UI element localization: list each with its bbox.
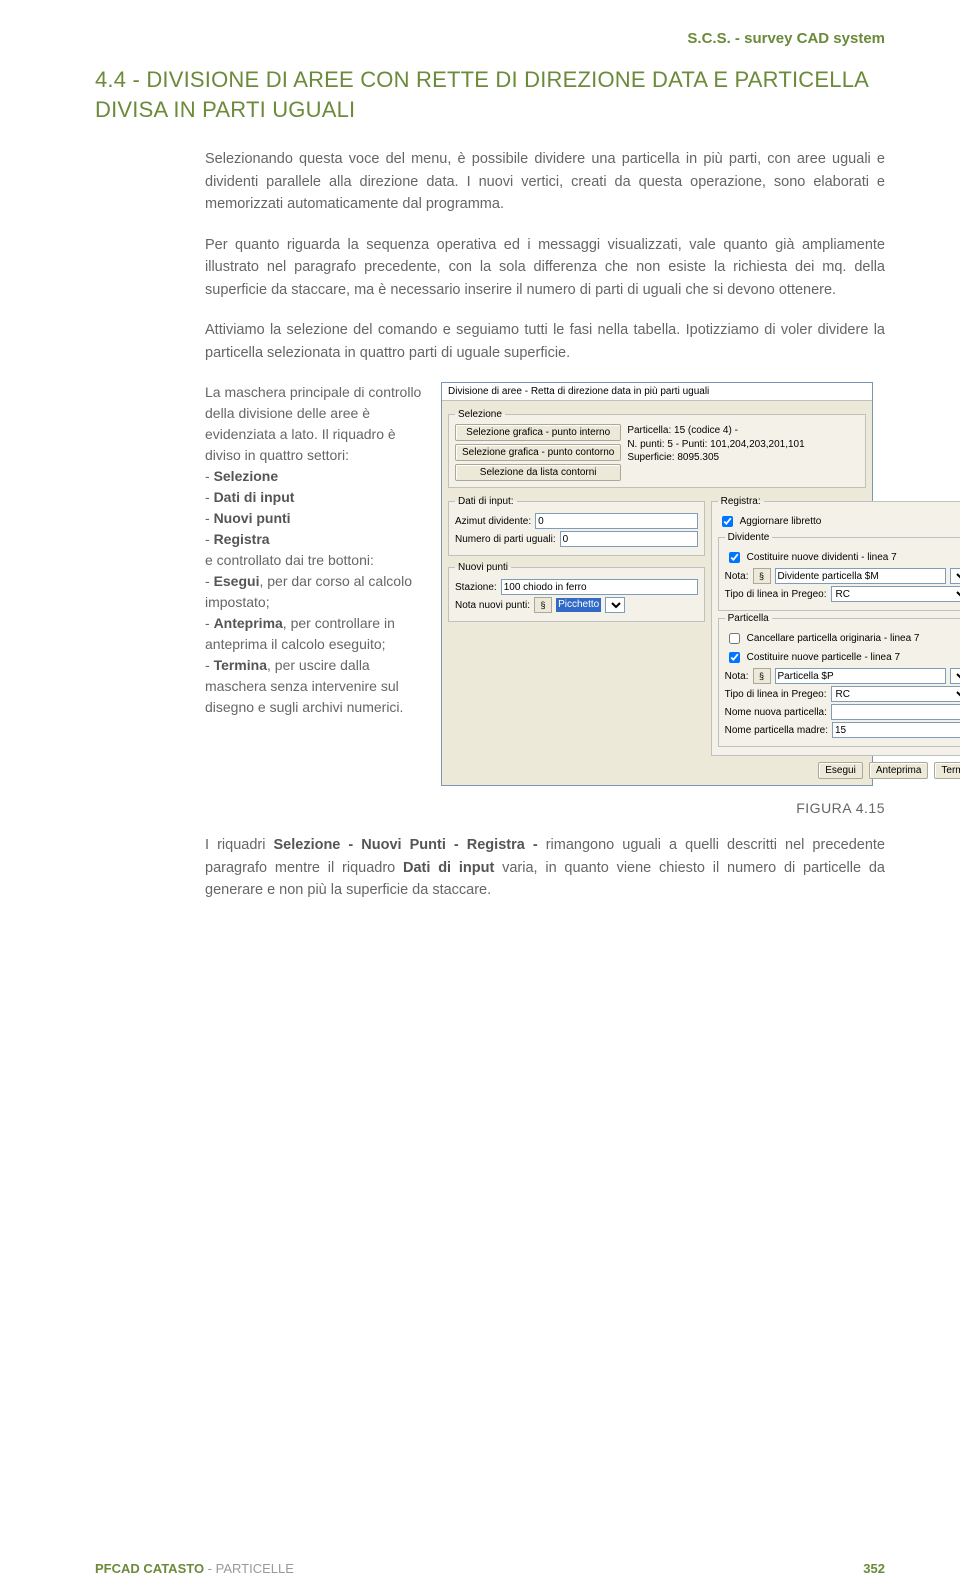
nota-part-icon[interactable]: § [753, 668, 771, 684]
legend-nuovi: Nuovi punti [455, 562, 511, 573]
chk-costituire-div[interactable] [729, 552, 740, 563]
select-tipo-part[interactable]: RC [831, 686, 960, 702]
left-mid: e controllato dai tre bottoni: [205, 552, 374, 568]
label-stazione: Stazione: [455, 582, 497, 593]
input-nota-part[interactable] [775, 668, 946, 684]
footer-page-number: 352 [863, 1561, 885, 1576]
label-tipo-div: Tipo di linea in Pregeo: [725, 589, 827, 600]
header-brand: S.C.S. - survey CAD system [95, 30, 885, 47]
figure-caption: FIGURA 4.15 [441, 800, 885, 816]
label-nome-nuova: Nome nuova particella: [725, 707, 827, 718]
left-description: La maschera principale di controllo dell… [205, 382, 425, 816]
input-nota-div[interactable] [775, 568, 946, 584]
p4b: Selezione - Nuovi Punti - Registra - [273, 837, 545, 853]
bullet-selezione: Selezione [214, 468, 279, 484]
btn-esegui[interactable]: Esegui [818, 762, 863, 779]
select-nota-nuovi[interactable] [605, 597, 625, 613]
bullet-anteprima: Anteprima [214, 615, 283, 631]
label-costituire-div: Costituire nuove dividenti - linea 7 [747, 552, 897, 563]
input-stazione[interactable] [501, 579, 698, 595]
paragraph-1: Selezionando questa voce del menu, è pos… [205, 148, 885, 215]
bullet-termina: Termina [214, 657, 267, 673]
fieldset-particella: Particella Cancellare particella origina… [718, 613, 960, 747]
fieldset-dividente: Dividente Costituire nuove dividenti - l… [718, 532, 960, 611]
input-nome-nuova[interactable] [831, 704, 960, 720]
label-nota-div: Nota: [725, 571, 749, 582]
legend-dati: Dati di input: [455, 496, 517, 507]
chk-costituire-part[interactable] [729, 652, 740, 663]
bullet-nuovi: Nuovi punti [214, 510, 291, 526]
legend-dividente: Dividente [725, 532, 773, 543]
footer-section: - PARTICELLE [204, 1561, 294, 1576]
bullet-esegui: Esegui [214, 573, 260, 589]
p4d: Dati di input [403, 860, 494, 876]
btn-sel-lista[interactable]: Selezione da lista contorni [455, 464, 621, 481]
p4a: I riquadri [205, 837, 273, 853]
label-azimut: Azimut dividente: [455, 516, 531, 527]
paragraph-4: I riquadri Selezione - Nuovi Punti - Reg… [205, 834, 885, 901]
btn-anteprima[interactable]: Anteprima [869, 762, 929, 779]
footer-product: PFCAD CATASTO [95, 1561, 204, 1576]
chk-aggiornare[interactable] [722, 516, 733, 527]
bullet-dati: Dati di input [214, 489, 295, 505]
label-nota-nuovi: Nota nuovi punti: [455, 600, 530, 611]
label-cancellare: Cancellare particella originaria - linea… [747, 633, 920, 644]
select-nota-part[interactable] [950, 668, 960, 684]
label-nota-part: Nota: [725, 671, 749, 682]
select-tipo-div[interactable]: RC [831, 586, 960, 602]
fieldset-selezione: Selezione Selezione grafica - punto inte… [448, 409, 866, 488]
fieldset-nuovi: Nuovi punti Stazione: Nota nuovi punti: … [448, 562, 705, 622]
section-title: 4.4 - DIVISIONE DI AREE CON RETTE DI DIR… [95, 65, 885, 124]
nota-div-icon[interactable]: § [753, 568, 771, 584]
select-nota-div[interactable] [950, 568, 960, 584]
label-tipo-part: Tipo di linea in Pregeo: [725, 689, 827, 700]
label-aggiornare: Aggiornare libretto [740, 516, 822, 527]
fieldset-registra: Registra: Aggiornare libretto Dividente … [711, 496, 960, 756]
btn-termina[interactable]: Termina [934, 762, 960, 779]
label-nparti: Numero di parti uguali: [455, 534, 556, 545]
sel-info-1: Particella: 15 (codice 4) - [627, 424, 804, 438]
input-azimut[interactable] [535, 513, 697, 529]
input-nota-nuovi[interactable]: Picchetto [556, 598, 601, 612]
legend-particella: Particella [725, 613, 772, 624]
bullet-registra: Registra [214, 531, 270, 547]
btn-sel-contorno[interactable]: Selezione grafica - punto contorno [455, 444, 621, 461]
sel-info-2: N. punti: 5 - Punti: 101,204,203,201,101 [627, 438, 804, 452]
fieldset-dati: Dati di input: Azimut dividente: Numero … [448, 496, 705, 556]
sel-info-3: Superficie: 8095.305 [627, 451, 804, 465]
btn-sel-interno[interactable]: Selezione grafica - punto interno [455, 424, 621, 441]
legend-selezione: Selezione [455, 409, 505, 420]
legend-registra: Registra: [718, 496, 764, 507]
paragraph-3: Attiviamo la selezione del comando e seg… [205, 319, 885, 364]
input-nparti[interactable] [560, 531, 698, 547]
dialog-title: Divisione di aree - Retta di direzione d… [442, 383, 872, 401]
chk-cancellare[interactable] [729, 633, 740, 644]
page-footer: PFCAD CATASTO - PARTICELLE 352 [95, 1561, 885, 1576]
input-nome-madre[interactable] [832, 722, 960, 738]
nota-nuovi-icon[interactable]: § [534, 597, 552, 613]
dialog-window: Divisione di aree - Retta di direzione d… [441, 382, 873, 786]
label-nome-madre: Nome particella madre: [725, 725, 828, 736]
label-costituire-part: Costituire nuove particelle - linea 7 [747, 652, 900, 663]
left-intro: La maschera principale di controllo dell… [205, 384, 421, 463]
paragraph-2: Per quanto riguarda la sequenza operativ… [205, 234, 885, 301]
